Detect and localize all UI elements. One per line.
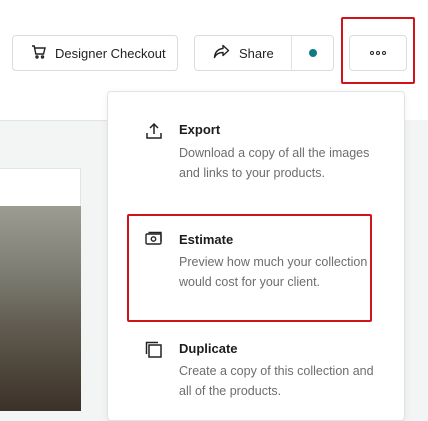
share-divider (291, 36, 292, 70)
highlight-estimate-item (127, 214, 372, 322)
highlight-more-button (341, 17, 415, 84)
cart-icon (31, 44, 47, 63)
designer-checkout-button[interactable]: Designer Checkout (12, 35, 178, 71)
menu-item-export-description[interactable]: Download a copy of all the images and li… (179, 143, 379, 183)
status-dot (309, 49, 317, 57)
designer-checkout-label: Designer Checkout (55, 45, 166, 61)
toolbar-divider (0, 120, 108, 121)
menu-item-duplicate-title[interactable]: Duplicate (179, 341, 238, 357)
share-button[interactable]: Share (194, 35, 334, 71)
duplicate-icon (145, 341, 163, 364)
product-image[interactable] (0, 206, 81, 411)
menu-item-duplicate-description[interactable]: Create a copy of this collection and all… (179, 361, 379, 401)
share-arrow-icon (213, 44, 230, 62)
upload-icon (145, 122, 163, 145)
menu-item-export-title[interactable]: Export (179, 122, 220, 138)
share-label: Share (239, 45, 274, 61)
